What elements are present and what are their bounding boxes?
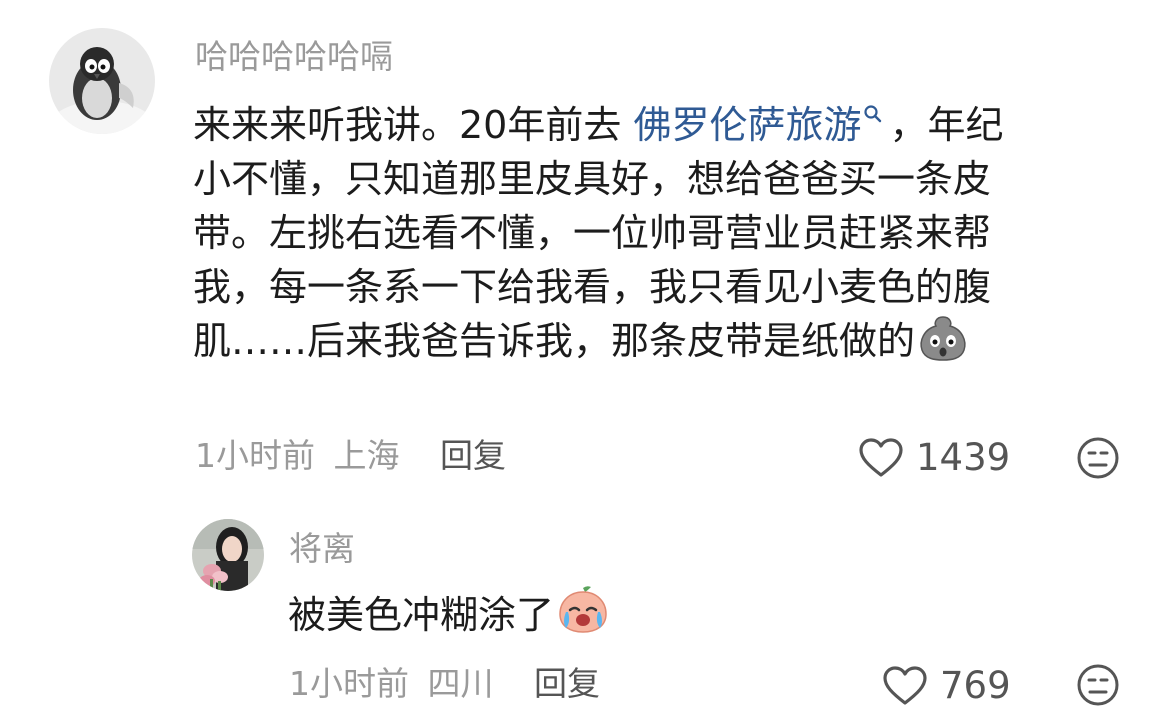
reply-button[interactable]: 回复	[440, 436, 506, 476]
search-link[interactable]: 佛罗伦萨旅游	[633, 103, 861, 147]
comment-line: 来来来听我讲。20年前去 佛罗伦萨旅游 ，年纪	[193, 98, 1003, 152]
dislike-face-icon[interactable]	[1076, 663, 1120, 707]
reply-button[interactable]: 回复	[534, 664, 600, 704]
like-count: 1439	[916, 436, 1011, 479]
comment-line: 被美色冲糊涂了	[288, 584, 610, 642]
comment-username[interactable]: 哈哈哈哈哈嗝	[195, 37, 393, 77]
commenter-avatar[interactable]	[49, 28, 155, 134]
search-icon[interactable]	[863, 104, 883, 124]
comment-line: 小不懂，只知道那里皮具好，想给爸爸买一条皮	[193, 157, 992, 201]
comment-meta: 1小时前 四川 回复	[289, 664, 600, 704]
penguin-avatar-icon	[49, 28, 155, 134]
dumpling-shocked-emoji-icon	[920, 316, 966, 361]
comment-text: 被美色冲糊涂了	[288, 593, 555, 637]
comment-body: 来来来听我讲。20年前去 佛罗伦萨旅游 ，年纪 小不懂，只知道那里皮具好，想给爸爸…	[193, 98, 1003, 368]
comment-username[interactable]: 将离	[289, 529, 355, 569]
heart-icon[interactable]	[858, 438, 904, 478]
commenter-avatar[interactable]	[192, 519, 264, 591]
comment-body: 被美色冲糊涂了	[288, 584, 610, 642]
comment-text: 肌……后来我爸告诉我，那条皮带是纸做的	[193, 319, 916, 363]
like-count: 769	[940, 664, 1011, 707]
comment-text: 来来来听我讲。20年前去	[193, 103, 634, 147]
comment-location: 上海	[333, 436, 400, 475]
comment-line: 肌……后来我爸告诉我，那条皮带是纸做的	[193, 314, 1003, 368]
comment-text: ，年纪	[889, 103, 1004, 147]
comment-line: 带。左挑右选看不懂，一位帅哥营业员赶紧来帮	[193, 211, 992, 255]
comment-time: 1小时前	[289, 664, 409, 703]
crying-peach-emoji-icon	[559, 586, 607, 633]
comment-location: 四川	[427, 664, 494, 703]
dislike-face-icon[interactable]	[1076, 436, 1120, 480]
woman-with-flowers-avatar-icon	[192, 519, 264, 591]
like-button[interactable]: 769	[882, 666, 1011, 706]
heart-icon[interactable]	[882, 666, 928, 706]
like-button[interactable]: 1439	[858, 438, 1010, 478]
comment-time: 1小时前	[195, 436, 315, 475]
comment-meta: 1小时前 上海 回复	[195, 436, 506, 476]
comment-line: 我，每一条系一下给我看，我只看见小麦色的腹	[193, 265, 992, 309]
